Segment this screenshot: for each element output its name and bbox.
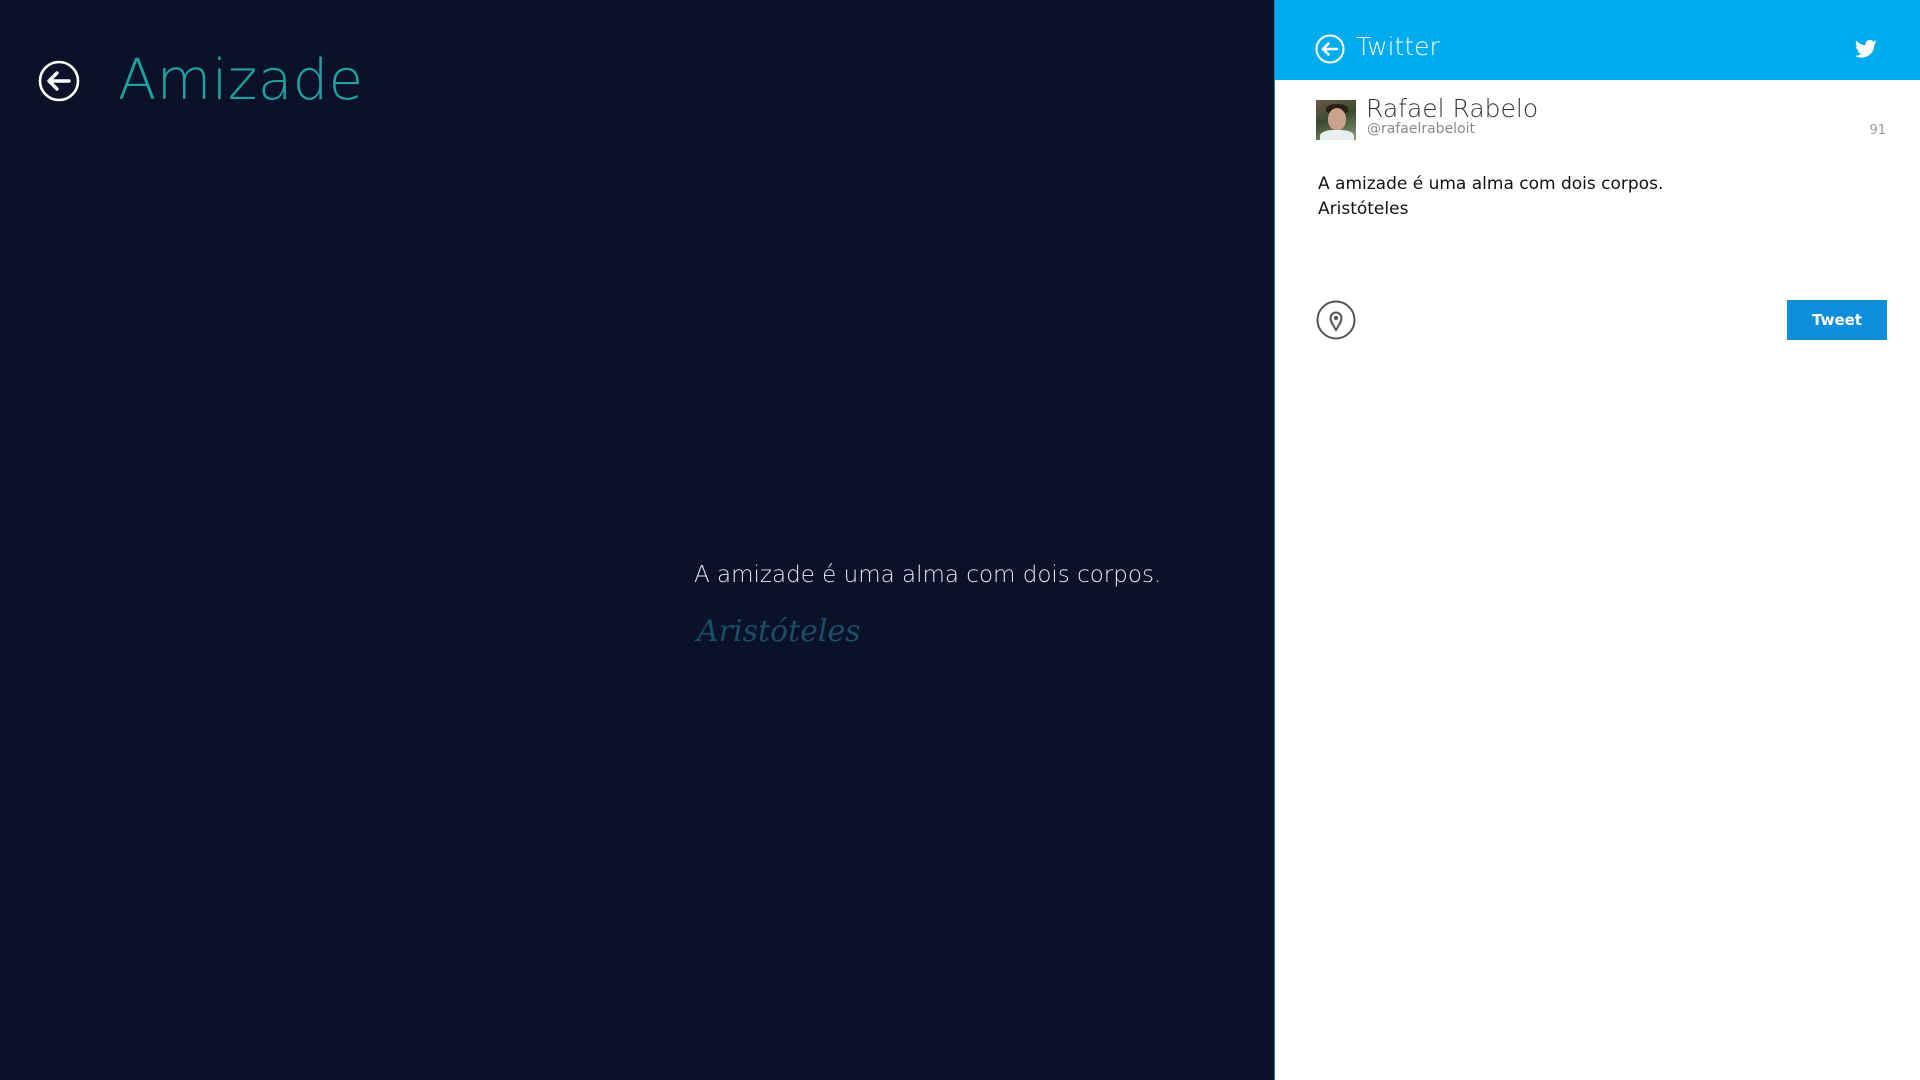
quote-author: Aristóteles xyxy=(697,614,861,649)
back-arrow-circle-icon xyxy=(1315,34,1345,64)
back-button[interactable] xyxy=(38,60,80,102)
page-title: Amizade xyxy=(118,48,364,113)
share-title: Twitter xyxy=(1356,32,1440,61)
share-header: Twitter xyxy=(1275,0,1920,80)
share-pane: Twitter Rafael Rabelo @rafaelrabeloit 91… xyxy=(1274,0,1920,1080)
user-handle: @rafaelrabeloit xyxy=(1367,121,1476,137)
twitter-bird-icon xyxy=(1855,39,1877,58)
quote-app: Amizade A amizade é uma alma com dois co… xyxy=(0,0,1274,1080)
character-count: 91 xyxy=(1869,123,1886,138)
tweet-textbox[interactable]: A amizade é uma alma com dois corpos. Ar… xyxy=(1318,172,1878,222)
user-name: Rafael Rabelo xyxy=(1366,94,1539,123)
tweet-button[interactable]: Tweet xyxy=(1787,300,1887,340)
quote-text: A amizade é uma alma com dois corpos. xyxy=(694,562,1162,588)
avatar xyxy=(1316,100,1356,140)
back-arrow-circle-icon xyxy=(38,60,80,102)
map-pin-icon xyxy=(1316,300,1356,340)
share-back-button[interactable] xyxy=(1315,34,1345,64)
location-button[interactable] xyxy=(1316,300,1356,340)
